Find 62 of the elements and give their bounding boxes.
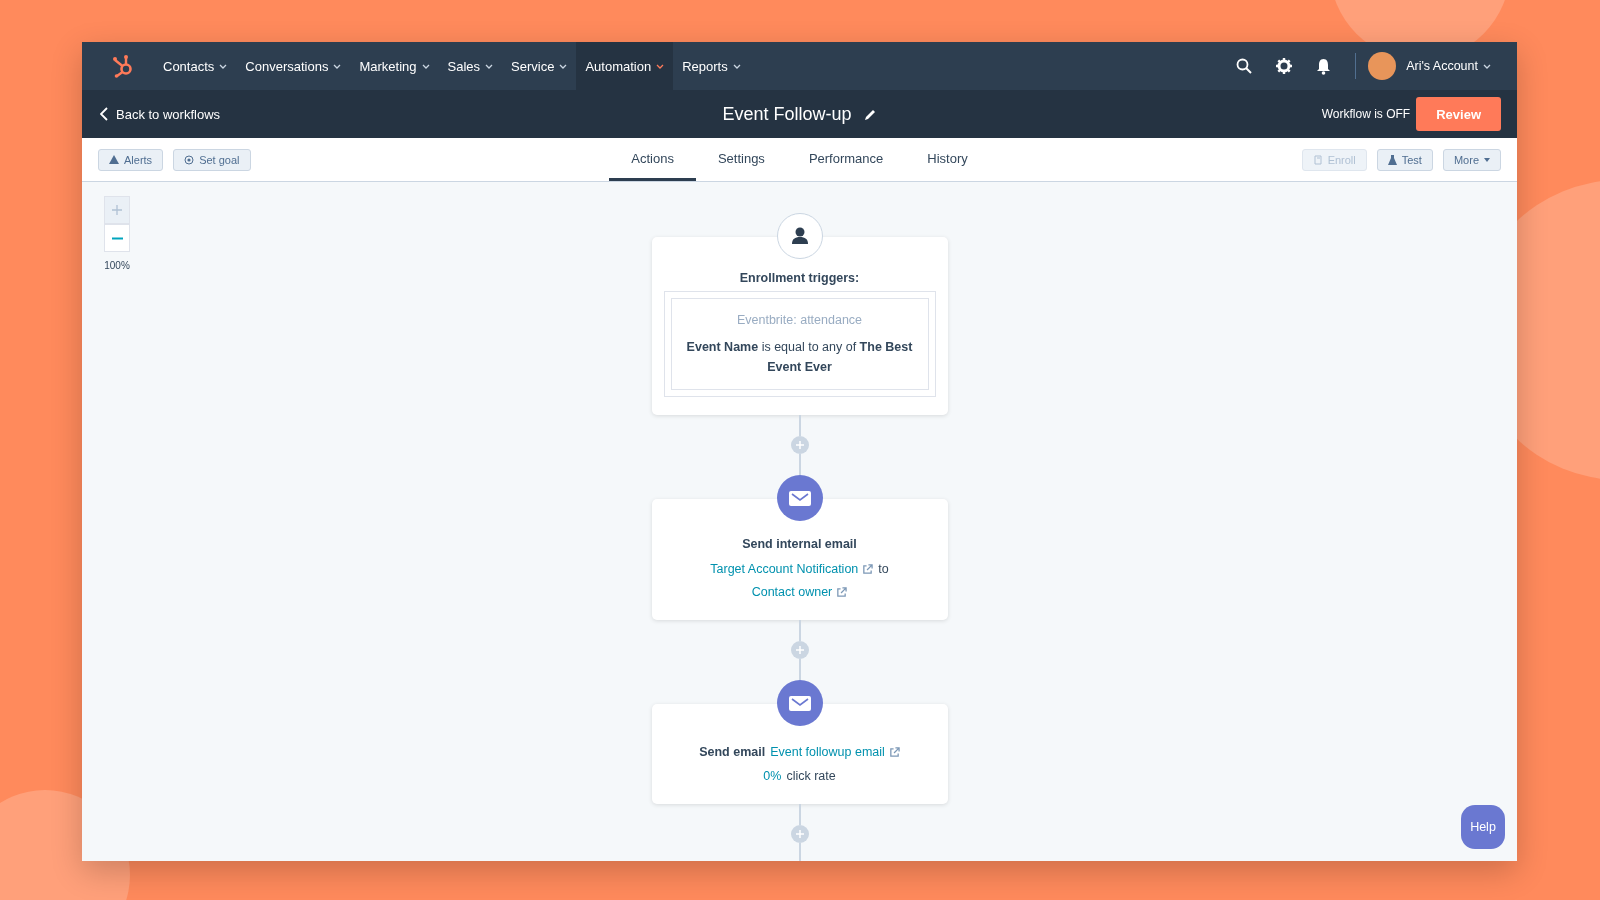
tab[interactable]: Actions xyxy=(609,138,696,181)
chevron-down-icon xyxy=(732,63,741,69)
trigger-condition: Event Name is equal to any of The Best Event Ever xyxy=(685,339,914,376)
nav-menu-item[interactable]: Reports xyxy=(673,42,750,90)
external-link-icon xyxy=(888,746,900,758)
external-link-icon xyxy=(836,586,848,598)
goal-button[interactable]: Set goal xyxy=(173,148,251,171)
nav-menu-item[interactable]: Conversations xyxy=(236,42,351,90)
nav-menu-item[interactable]: Service xyxy=(502,42,577,90)
chevron-down-icon xyxy=(1483,63,1491,69)
flask-icon xyxy=(1387,154,1397,165)
notifications-icon[interactable] xyxy=(1316,57,1332,75)
workflow-status: Workflow is OFF xyxy=(1321,107,1411,121)
alert-button[interactable]: Alerts xyxy=(98,148,164,171)
action-card[interactable]: Send internal email Target Account Notification to Contact owner xyxy=(651,499,948,620)
workflow-title: Event Follow-up xyxy=(722,103,852,125)
trigger-card[interactable]: Enrollment triggers: Eventbrite: attendance Event Name is equal to any of The Best Event Ever xyxy=(651,237,948,415)
person-icon xyxy=(776,213,823,259)
nav-menu-item[interactable]: Sales xyxy=(438,42,503,90)
tab[interactable]: History xyxy=(905,138,990,181)
account-menu[interactable]: Ari's Account xyxy=(1406,59,1491,73)
nav-menu-item[interactable]: Contacts xyxy=(154,42,237,90)
nav-menu-item[interactable]: Automation xyxy=(576,42,674,90)
back-link[interactable]: Back to workflows xyxy=(100,106,221,122)
plus-icon xyxy=(112,205,122,215)
search-icon[interactable] xyxy=(1236,58,1253,74)
email-icon xyxy=(776,475,823,521)
chevron-down-icon xyxy=(485,63,494,69)
action-label: Send email xyxy=(699,744,766,761)
link[interactable]: Event followup email xyxy=(770,742,900,762)
chevron-down-icon xyxy=(333,63,342,69)
chevron-down-icon xyxy=(421,63,430,69)
avatar[interactable] xyxy=(1368,52,1397,80)
action-card[interactable]: Send email Event followup email 0% click rate xyxy=(651,704,948,804)
card-title: Enrollment triggers: xyxy=(739,271,860,285)
zoom-level: 100% xyxy=(104,260,130,271)
external-link-icon xyxy=(862,563,874,575)
sprocket-logo-icon[interactable] xyxy=(112,54,134,78)
settings-icon[interactable] xyxy=(1276,58,1293,74)
card-title: Send internal email xyxy=(742,537,857,551)
action-text: to xyxy=(878,561,889,578)
click-rate-value: 0% xyxy=(763,768,782,785)
more-button[interactable]: More xyxy=(1442,148,1501,171)
minus-icon xyxy=(111,236,123,240)
enroll-icon xyxy=(1312,154,1323,165)
tab[interactable]: Settings xyxy=(695,138,787,181)
action-text: click rate xyxy=(786,768,836,785)
help-button[interactable]: Help xyxy=(1461,805,1505,849)
pencil-icon[interactable] xyxy=(863,107,877,121)
chevron-down-icon xyxy=(656,63,665,69)
nav-menu-item[interactable]: Marketing xyxy=(350,42,439,90)
link[interactable]: Contact owner xyxy=(751,582,848,602)
caret-icon xyxy=(1484,157,1490,162)
test-button[interactable]: Test xyxy=(1376,148,1433,171)
email-icon xyxy=(776,680,823,726)
warning-icon xyxy=(109,155,119,164)
chevron-down-icon xyxy=(559,63,568,69)
link[interactable]: Target Account Notification xyxy=(710,559,874,579)
trigger-source: Eventbrite: attendance xyxy=(736,313,863,327)
tab[interactable]: Performance xyxy=(786,138,906,181)
chevron-down-icon xyxy=(219,63,228,69)
target-icon xyxy=(184,154,195,165)
